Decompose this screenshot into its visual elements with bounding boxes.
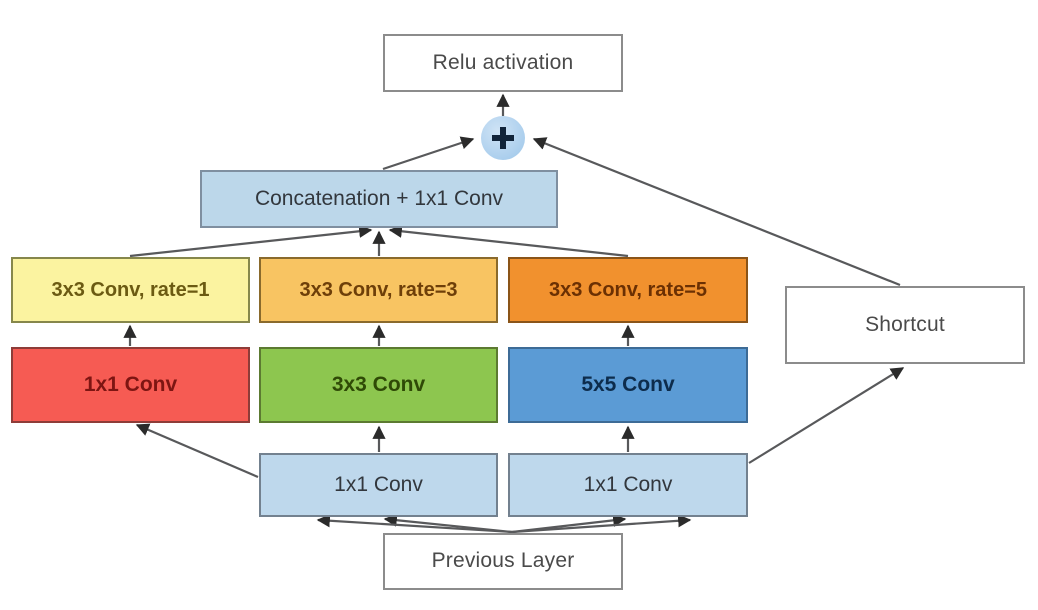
node-dilated-conv-rate5-label: 3x3 Conv, rate=5 [548,278,708,301]
node-conv-3x3-green-label: 3x3 Conv [331,372,426,396]
node-conv-3x3-green[interactable]: 3x3 Conv [259,347,498,423]
node-add-operator[interactable] [481,116,525,160]
edge-prev-to-bottleneck-left-2 [316,514,513,534]
node-bottleneck-right-label: 1x1 Conv [583,472,673,496]
node-bottleneck-right[interactable]: 1x1 Conv [508,453,748,517]
node-dilated-conv-rate5[interactable]: 3x3 Conv, rate=5 [508,257,748,323]
node-dilated-conv-rate1-label: 3x3 Conv, rate=1 [51,278,210,301]
edge-bottleneck-left-to-red [135,423,259,479]
node-concatenation-label: Concatenation + 1x1 Conv [254,186,504,210]
node-shortcut-label: Shortcut [865,312,945,336]
node-previous-layer-label: Previous Layer [431,549,575,573]
node-bottleneck-left-label: 1x1 Conv [334,472,423,496]
node-conv-5x5-blue-label: 5x5 Conv [581,372,675,396]
node-relu-activation-label: Relu activation [432,50,574,74]
edge-prev-to-bottleneck-right [511,513,627,534]
edge-rate5-to-concat [388,224,629,258]
node-conv-1x1-red[interactable]: 1x1 Conv [11,347,250,423]
node-previous-layer[interactable]: Previous Layer [383,533,623,590]
node-bottleneck-left[interactable]: 1x1 Conv [259,453,498,517]
node-concatenation[interactable]: Concatenation + 1x1 Conv [200,170,558,228]
edge-concat-to-add [382,136,475,171]
node-conv-1x1-red-label: 1x1 Conv [83,372,178,396]
node-shortcut[interactable]: Shortcut [785,286,1025,364]
edge-rate1-to-concat [129,224,373,258]
node-relu-activation[interactable]: Relu activation [383,34,623,92]
edge-bottleneck-right-to-shortcut [748,367,905,464]
node-dilated-conv-rate3[interactable]: 3x3 Conv, rate=3 [259,257,498,323]
node-dilated-conv-rate3-label: 3x3 Conv, rate=3 [299,278,458,301]
diagram-canvas: Relu activation Concatenation + 1x1 Conv… [0,0,1038,610]
edge-prev-to-bottleneck-right-2 [511,514,692,534]
node-conv-5x5-blue[interactable]: 5x5 Conv [508,347,748,423]
node-dilated-conv-rate1[interactable]: 3x3 Conv, rate=1 [11,257,250,323]
plus-icon [492,127,514,149]
edge-prev-to-bottleneck-left [383,513,513,534]
